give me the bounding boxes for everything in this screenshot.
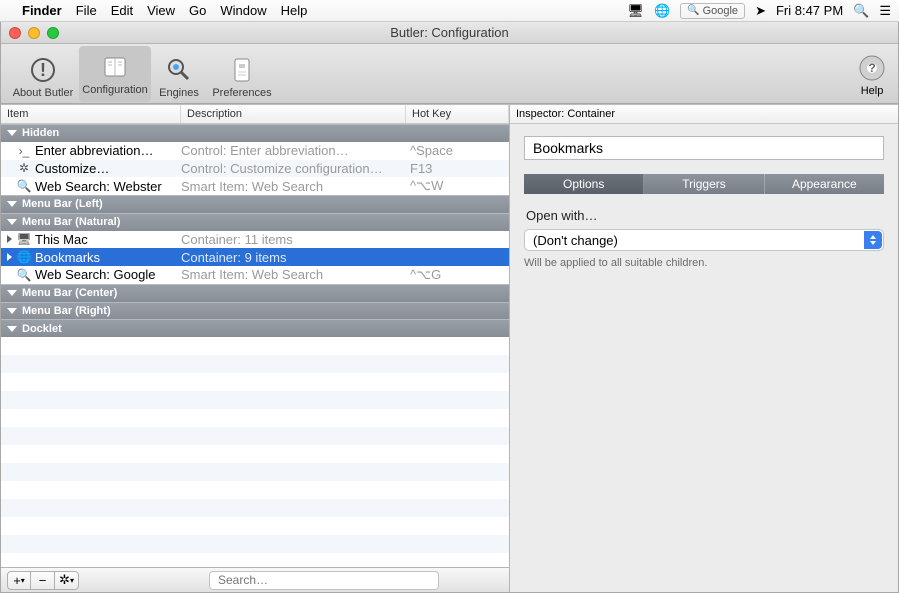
configuration-button[interactable]: Configuration xyxy=(79,46,151,102)
close-button[interactable] xyxy=(9,27,21,39)
group-docklet[interactable]: Docklet xyxy=(1,319,509,337)
disclosure-icon[interactable] xyxy=(7,253,12,261)
inspector-pane: Inspector: Container Options Triggers Ap… xyxy=(510,105,898,592)
menu-edit[interactable]: Edit xyxy=(111,3,133,18)
titlebar: Butler: Configuration xyxy=(1,22,898,44)
app-menu[interactable]: Finder xyxy=(22,3,62,18)
column-description[interactable]: Description xyxy=(181,105,406,123)
group-hidden[interactable]: Hidden xyxy=(1,124,509,142)
row-bookmarks[interactable]: 🌐Bookmarks Container: 9 items xyxy=(1,248,509,266)
action-button[interactable]: ✲▾ xyxy=(55,571,79,590)
group-menubar-right[interactable]: Menu Bar (Right) xyxy=(1,302,509,320)
search-icon: 🔍 xyxy=(17,179,31,193)
row-customize[interactable]: ✲Customize… Control: Customize configura… xyxy=(1,160,509,178)
menu-file[interactable]: File xyxy=(76,3,97,18)
group-menubar-natural[interactable]: Menu Bar (Natural) xyxy=(1,213,509,231)
menu-help[interactable]: Help xyxy=(281,3,308,18)
row-google[interactable]: 🔍Web Search: Google Smart Item: Web Sear… xyxy=(1,266,509,284)
about-butler-button[interactable]: ! About Butler xyxy=(7,49,79,99)
row-this-mac[interactable]: 🖥This Mac Container: 11 items xyxy=(1,231,509,249)
menu-go[interactable]: Go xyxy=(189,3,206,18)
bottom-toolbar: +▾ − ✲▾ xyxy=(1,567,509,592)
globe-icon[interactable]: 🌐 xyxy=(654,3,670,19)
tab-appearance[interactable]: Appearance xyxy=(765,174,884,194)
svg-text:!: ! xyxy=(40,60,46,80)
system-menubar: Finder File Edit View Go Window Help 🖥 🌐… xyxy=(0,0,899,22)
add-button[interactable]: +▾ xyxy=(7,571,31,590)
column-item[interactable]: Item xyxy=(1,105,181,123)
empty-rows xyxy=(1,337,509,567)
inspector-header: Inspector: Container xyxy=(510,105,898,124)
notification-center-icon[interactable]: ☰ xyxy=(879,3,891,19)
gear-icon: ✲ xyxy=(17,161,31,175)
globe-icon: 🌐 xyxy=(17,250,31,264)
container-name-input[interactable] xyxy=(524,136,884,160)
configuration-tree[interactable]: Hidden ›_Enter abbreviation… Control: En… xyxy=(1,124,509,567)
configuration-tree-pane: Item Description Hot Key Hidden ›_Enter … xyxy=(1,105,510,592)
tab-options[interactable]: Options xyxy=(524,174,644,194)
window-title: Butler: Configuration xyxy=(390,25,509,40)
menu-view[interactable]: View xyxy=(147,3,175,18)
column-headers: Item Description Hot Key xyxy=(1,105,509,124)
display-icon[interactable]: 🖥 xyxy=(627,3,644,19)
engines-button[interactable]: Engines xyxy=(151,49,207,99)
spotlight-icon[interactable]: 🔍 xyxy=(853,3,869,19)
monitor-icon: 🖥 xyxy=(17,232,31,246)
toolbar: ! About Butler Configuration Engines Pre… xyxy=(1,44,898,104)
open-with-label: Open with… xyxy=(526,208,884,223)
row-webster[interactable]: 🔍Web Search: Webster Smart Item: Web Sea… xyxy=(1,177,509,195)
minimize-button[interactable] xyxy=(28,27,40,39)
inspector-tabs: Options Triggers Appearance xyxy=(524,174,884,194)
abbrev-icon: ›_ xyxy=(17,144,31,158)
menubar-search[interactable]: 🔍Google xyxy=(680,3,745,19)
search-icon: 🔍 xyxy=(17,268,31,282)
disclosure-icon[interactable] xyxy=(7,235,12,243)
tab-triggers[interactable]: Triggers xyxy=(644,174,764,194)
open-with-hint: Will be applied to all suitable children… xyxy=(524,257,884,269)
search-input[interactable] xyxy=(209,571,439,590)
group-menubar-center[interactable]: Menu Bar (Center) xyxy=(1,284,509,302)
clock[interactable]: Fri 8:47 PM xyxy=(776,3,843,18)
zoom-button[interactable] xyxy=(47,27,59,39)
svg-text:?: ? xyxy=(868,61,875,75)
cursor-icon[interactable]: ➤ xyxy=(755,3,766,19)
select-arrows-icon xyxy=(864,231,882,249)
help-button[interactable]: ? Help xyxy=(852,51,892,97)
row-enter-abbreviation[interactable]: ›_Enter abbreviation… Control: Enter abb… xyxy=(1,142,509,160)
column-hotkey[interactable]: Hot Key xyxy=(406,105,509,123)
group-menubar-left[interactable]: Menu Bar (Left) xyxy=(1,195,509,213)
open-with-select[interactable]: (Don't change) xyxy=(524,229,884,251)
remove-button[interactable]: − xyxy=(31,571,55,590)
menu-window[interactable]: Window xyxy=(220,3,266,18)
preferences-button[interactable]: Preferences xyxy=(207,49,277,99)
butler-window: Butler: Configuration ! About Butler Con… xyxy=(0,22,899,593)
